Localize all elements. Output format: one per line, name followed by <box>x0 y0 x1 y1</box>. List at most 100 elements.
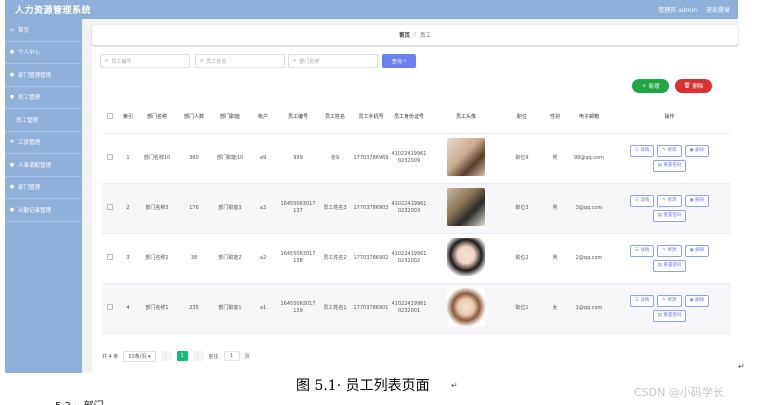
header-cell: 操作 <box>608 103 731 134</box>
cell-dept: 部门名称1 <box>138 283 176 334</box>
edit-button[interactable]: ✎ 修改 <box>657 144 682 157</box>
trash-icon: 🗑 <box>683 83 691 89</box>
cell-func: 部门职能1 <box>212 283 248 334</box>
cell-account: a9 <box>248 133 278 184</box>
employee-no-input[interactable]: ⌕ 员工编号 <box>100 54 190 68</box>
trash-icon: ▣ <box>689 298 694 303</box>
cell-dept: 部门名称3 <box>138 183 176 234</box>
breadcrumb-home[interactable]: 首页 <box>399 31 410 39</box>
select-all-checkbox[interactable] <box>107 113 113 120</box>
edit-button[interactable]: ✎ 修改 <box>657 244 682 257</box>
sidebar-item-label: 个人中心 <box>18 50 41 57</box>
edit-icon: ✎ <box>662 298 667 303</box>
trash-icon: ▣ <box>689 248 694 253</box>
sidebar-item-transfer[interactable]: ● 人事调配管理 <box>5 154 82 177</box>
cell-phone: 17703786902 <box>352 233 390 284</box>
header-select <box>102 103 118 134</box>
plus-icon: ＋ <box>641 84 647 90</box>
sidebar-item-dept[interactable]: ● 部门管理 <box>5 177 82 199</box>
edit-icon: ✎ <box>662 198 667 203</box>
sidebar-item-profile[interactable]: ● 个人中心 <box>5 42 82 64</box>
reset-icon: ▤ <box>657 263 662 268</box>
page-size-select[interactable]: 10条/页 ▾ <box>123 350 156 362</box>
delete-button[interactable]: ▣ 删除 <box>684 144 710 157</box>
reset-password-button[interactable]: ▤ 重置密码 <box>652 309 687 322</box>
cell-index: 3 <box>118 233 138 284</box>
add-button[interactable]: ＋ 新增 <box>632 79 669 93</box>
current-page-button[interactable]: 1 <box>176 351 188 361</box>
sidebar-item-employee[interactable]: ● 员工管理 <box>5 87 82 109</box>
sidebar-item-label: 员工管理 <box>18 95 41 102</box>
delete-button[interactable]: ▣ 删除 <box>684 194 710 207</box>
prev-page-button[interactable]: ‹ <box>160 351 172 361</box>
sidebar-item-dept-admin[interactable]: ● 部门管理管理 <box>5 64 82 87</box>
header-cell: 部门人数 <box>176 103 212 134</box>
detail-icon: ☰ <box>634 148 639 153</box>
batch-delete-button[interactable]: 🗑 删除 <box>675 79 712 93</box>
dept-name-input[interactable]: ⌕ 部门名称 <box>288 54 378 68</box>
cell-name: 员工姓名3 <box>318 183 352 234</box>
row-checkbox[interactable] <box>107 303 113 310</box>
next-page-button[interactable]: › <box>192 351 204 361</box>
detail-button[interactable]: ☰ 详情 <box>629 194 655 207</box>
reset-password-button[interactable]: ▤ 重置密码 <box>652 209 687 222</box>
goto-page-input[interactable]: 1 <box>223 351 240 361</box>
cell-gender: 女 <box>540 283 570 334</box>
delete-button[interactable]: ▣ 删除 <box>684 244 710 257</box>
employee-name-input[interactable]: ⌕ 员工姓名 <box>195 54 285 68</box>
detail-button[interactable]: ☰ 详情 <box>629 244 655 257</box>
reset-icon: ▤ <box>657 313 662 318</box>
row-checkbox[interactable] <box>107 203 113 210</box>
header-cell: 账户 <box>248 103 278 134</box>
cell-count: 38 <box>176 233 212 284</box>
cell-ops: ☰ 详情 ✎ 修改 ▣ 删除 ▤ 重置密码 <box>608 183 731 234</box>
detail-button[interactable]: ☰ 详情 <box>629 144 655 157</box>
edit-button[interactable]: ✎ 修改 <box>657 194 682 207</box>
cell-phone: 17703786969 <box>352 133 390 184</box>
header-cell: 员工头像 <box>428 103 504 134</box>
table-row: 3 部门名称2 38 部门职能2 a2 16455063017138 员工姓名2… <box>102 233 731 284</box>
detail-icon: ☰ <box>634 198 639 203</box>
cell-emp-no: 16455063017137 <box>278 183 318 234</box>
reset-password-button[interactable]: ▤ 重置密码 <box>652 159 687 172</box>
header-cell: 部门职能 <box>212 103 248 134</box>
op-label: 修改 <box>667 198 677 203</box>
delete-label: 删除 <box>692 84 704 90</box>
sidebar-item-home[interactable]: ⌂ 首页 <box>5 19 82 42</box>
row-checkbox[interactable] <box>107 253 113 260</box>
pager-total: 共 4 条 <box>102 353 119 360</box>
sidebar: ⌂ 首页 ● 个人中心 ● 部门管理管理 ● 员工管理 员工管理 ✻ 工资管理 ● 人事调配… <box>5 19 82 373</box>
page-size-value: 10条/页 <box>128 353 147 360</box>
cell-email: 2@qq.com <box>570 233 608 284</box>
header-cell: 员工身份证号 <box>390 103 428 134</box>
header-cell: 员工编号 <box>278 103 318 134</box>
reset-password-button[interactable]: ▤ 重置密码 <box>652 259 687 272</box>
avatar <box>447 187 485 226</box>
sidebar-item-label: 员工管理 <box>16 117 39 124</box>
cell-email: 1@qq.com <box>570 283 608 334</box>
avatar <box>447 237 485 276</box>
logout-link[interactable]: 退出登录 <box>706 5 730 14</box>
user-icon: ● <box>9 206 15 213</box>
sidebar-subitem-employee[interactable]: 员工管理 <box>5 109 82 132</box>
employee-table: 索引 部门名称 部门人数 部门职能 账户 员工编号 员工姓名 员工手机号 员工身… <box>102 103 731 334</box>
input-placeholder: 员工编号 <box>111 58 132 65</box>
edit-button[interactable]: ✎ 修改 <box>657 294 682 307</box>
query-label: 查询 <box>391 58 402 65</box>
sidebar-item-attendance[interactable]: ● 出勤记录管理 <box>5 199 82 222</box>
detail-icon: ☰ <box>634 248 639 253</box>
row-checkbox[interactable] <box>107 153 113 160</box>
user-icon: ● <box>9 71 15 78</box>
op-label: 删除 <box>695 148 705 153</box>
query-button[interactable]: 查询 ⌕ <box>382 54 416 68</box>
app-title: 人力资源管理系统 <box>15 6 92 16</box>
cell-name: 员工姓名2 <box>318 233 352 284</box>
search-icon: ⌕ <box>200 57 204 64</box>
sidebar-item-salary[interactable]: ✻ 工资管理 <box>5 132 82 154</box>
table-row: 1 部门名称10 360 部门职能10 a9 999 张9 1770378696… <box>102 133 731 184</box>
cell-count: 235 <box>176 283 212 334</box>
reset-icon: ▤ <box>657 213 662 218</box>
delete-button[interactable]: ▣ 删除 <box>684 294 710 307</box>
page-unit-label: 页 <box>244 353 250 360</box>
detail-button[interactable]: ☰ 详情 <box>629 294 655 307</box>
